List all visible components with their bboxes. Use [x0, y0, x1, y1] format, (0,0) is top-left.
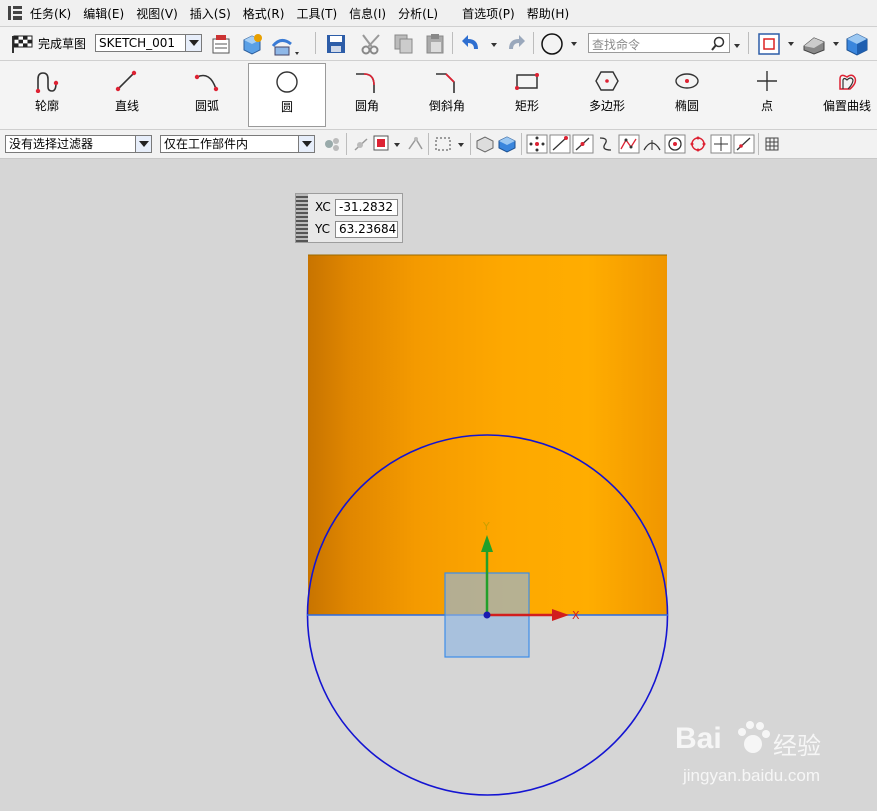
baidu-watermark: Bai 经验 jingyan.baidu.com — [675, 718, 875, 788]
x-axis-label: X — [572, 609, 580, 622]
yc-input[interactable]: 63.23684 — [335, 221, 398, 238]
xc-label: XC — [315, 200, 331, 214]
baidu-url-text: jingyan.baidu.com — [683, 766, 821, 785]
sketch-origin[interactable] — [483, 611, 491, 619]
baidu-jingyan-text: 经验 — [773, 732, 821, 760]
y-axis-label: Y — [482, 520, 490, 533]
graphics-window[interactable]: Y X — [0, 0, 877, 811]
yc-label: YC — [315, 222, 331, 236]
drag-handle[interactable] — [296, 194, 308, 242]
paw-logo-icon — [738, 721, 770, 753]
baidu-brand-text: Bai — [675, 722, 722, 755]
coordinate-input-box: XC -31.2832 YC 63.23684 — [295, 193, 403, 243]
xc-input[interactable]: -31.2832 — [335, 199, 398, 216]
